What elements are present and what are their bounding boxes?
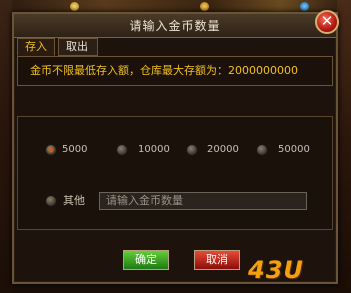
amount-options-panel [17, 116, 333, 230]
confirm-button[interactable]: 确定 [123, 250, 169, 270]
radio-selected-icon[interactable] [45, 144, 57, 156]
deposit-info-text: 金币不限最低存入额，仓库最大存额为：2000000000 [17, 56, 333, 86]
amount-option-label: 50000 [278, 144, 310, 155]
custom-option-label: 其他 [63, 194, 85, 207]
game-background-right [337, 0, 351, 293]
site-watermark-logo: 43U [248, 256, 304, 284]
amount-option-label: 10000 [138, 144, 170, 155]
tab-deposit[interactable]: 存入 [17, 38, 55, 56]
radio-icon[interactable] [45, 195, 57, 207]
close-icon: ✕ [320, 12, 334, 30]
radio-icon[interactable] [116, 144, 128, 156]
dialog-title: 请输入金币数量 [129, 19, 221, 33]
close-button[interactable]: ✕ [315, 10, 339, 34]
gem-icon [200, 2, 209, 11]
amount-option-label: 20000 [207, 144, 239, 155]
tab-withdraw[interactable]: 取出 [58, 38, 98, 56]
radio-icon[interactable] [256, 144, 268, 156]
radio-icon[interactable] [186, 144, 198, 156]
amount-option-label: 5000 [62, 144, 88, 155]
custom-amount-input[interactable]: 请输入金币数量 [99, 192, 307, 210]
gem-icon [70, 2, 79, 11]
dialog-titlebar: 请输入金币数量 [14, 14, 336, 38]
game-background-left [0, 0, 12, 293]
gem-icon [300, 2, 309, 11]
cancel-button[interactable]: 取消 [194, 250, 240, 270]
